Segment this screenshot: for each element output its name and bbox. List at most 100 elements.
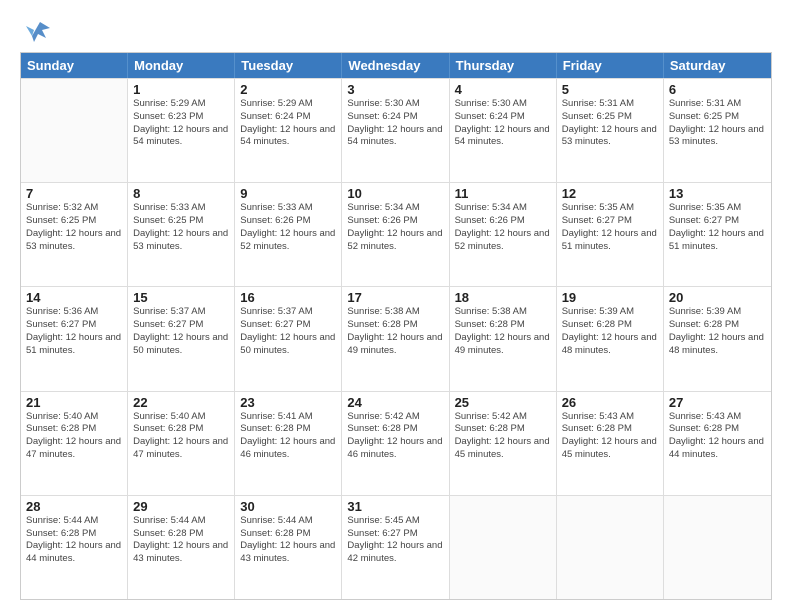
calendar-cell: 2Sunrise: 5:29 AMSunset: 6:24 PMDaylight… xyxy=(235,79,342,182)
logo xyxy=(20,16,52,44)
day-info: Sunrise: 5:31 AMSunset: 6:25 PMDaylight:… xyxy=(669,98,766,149)
day-info: Sunrise: 5:39 AMSunset: 6:28 PMDaylight:… xyxy=(562,306,658,357)
calendar-cell: 24Sunrise: 5:42 AMSunset: 6:28 PMDayligh… xyxy=(342,392,449,495)
calendar-cell: 29Sunrise: 5:44 AMSunset: 6:28 PMDayligh… xyxy=(128,496,235,599)
calendar-cell: 23Sunrise: 5:41 AMSunset: 6:28 PMDayligh… xyxy=(235,392,342,495)
day-info: Sunrise: 5:35 AMSunset: 6:27 PMDaylight:… xyxy=(562,202,658,253)
calendar-header-row: SundayMondayTuesdayWednesdayThursdayFrid… xyxy=(21,53,771,78)
day-number: 17 xyxy=(347,290,443,305)
calendar-cell: 12Sunrise: 5:35 AMSunset: 6:27 PMDayligh… xyxy=(557,183,664,286)
day-number: 11 xyxy=(455,186,551,201)
calendar-cell: 28Sunrise: 5:44 AMSunset: 6:28 PMDayligh… xyxy=(21,496,128,599)
day-info: Sunrise: 5:34 AMSunset: 6:26 PMDaylight:… xyxy=(455,202,551,253)
day-info: Sunrise: 5:35 AMSunset: 6:27 PMDaylight:… xyxy=(669,202,766,253)
calendar-cell: 31Sunrise: 5:45 AMSunset: 6:27 PMDayligh… xyxy=(342,496,449,599)
day-info: Sunrise: 5:42 AMSunset: 6:28 PMDaylight:… xyxy=(347,411,443,462)
calendar: SundayMondayTuesdayWednesdayThursdayFrid… xyxy=(20,52,772,600)
calendar-cell: 14Sunrise: 5:36 AMSunset: 6:27 PMDayligh… xyxy=(21,287,128,390)
day-info: Sunrise: 5:30 AMSunset: 6:24 PMDaylight:… xyxy=(347,98,443,149)
calendar-cell: 11Sunrise: 5:34 AMSunset: 6:26 PMDayligh… xyxy=(450,183,557,286)
day-number: 9 xyxy=(240,186,336,201)
calendar-week-3: 14Sunrise: 5:36 AMSunset: 6:27 PMDayligh… xyxy=(21,286,771,390)
day-number: 7 xyxy=(26,186,122,201)
day-number: 29 xyxy=(133,499,229,514)
day-info: Sunrise: 5:36 AMSunset: 6:27 PMDaylight:… xyxy=(26,306,122,357)
day-info: Sunrise: 5:44 AMSunset: 6:28 PMDaylight:… xyxy=(133,515,229,566)
day-info: Sunrise: 5:39 AMSunset: 6:28 PMDaylight:… xyxy=(669,306,766,357)
day-info: Sunrise: 5:45 AMSunset: 6:27 PMDaylight:… xyxy=(347,515,443,566)
day-info: Sunrise: 5:33 AMSunset: 6:25 PMDaylight:… xyxy=(133,202,229,253)
day-number: 27 xyxy=(669,395,766,410)
day-info: Sunrise: 5:40 AMSunset: 6:28 PMDaylight:… xyxy=(133,411,229,462)
day-number: 15 xyxy=(133,290,229,305)
day-number: 3 xyxy=(347,82,443,97)
day-info: Sunrise: 5:43 AMSunset: 6:28 PMDaylight:… xyxy=(562,411,658,462)
calendar-cell: 20Sunrise: 5:39 AMSunset: 6:28 PMDayligh… xyxy=(664,287,771,390)
day-number: 12 xyxy=(562,186,658,201)
calendar-cell: 10Sunrise: 5:34 AMSunset: 6:26 PMDayligh… xyxy=(342,183,449,286)
calendar-cell: 9Sunrise: 5:33 AMSunset: 6:26 PMDaylight… xyxy=(235,183,342,286)
day-number: 16 xyxy=(240,290,336,305)
calendar-cell: 27Sunrise: 5:43 AMSunset: 6:28 PMDayligh… xyxy=(664,392,771,495)
day-number: 5 xyxy=(562,82,658,97)
day-number: 28 xyxy=(26,499,122,514)
calendar-cell: 8Sunrise: 5:33 AMSunset: 6:25 PMDaylight… xyxy=(128,183,235,286)
day-info: Sunrise: 5:38 AMSunset: 6:28 PMDaylight:… xyxy=(347,306,443,357)
logo-bird-icon xyxy=(24,16,52,44)
calendar-cell: 22Sunrise: 5:40 AMSunset: 6:28 PMDayligh… xyxy=(128,392,235,495)
day-number: 24 xyxy=(347,395,443,410)
calendar-cell xyxy=(21,79,128,182)
calendar-cell: 16Sunrise: 5:37 AMSunset: 6:27 PMDayligh… xyxy=(235,287,342,390)
day-number: 20 xyxy=(669,290,766,305)
day-number: 26 xyxy=(562,395,658,410)
day-number: 31 xyxy=(347,499,443,514)
day-number: 19 xyxy=(562,290,658,305)
calendar-cell xyxy=(450,496,557,599)
day-number: 23 xyxy=(240,395,336,410)
calendar-cell: 17Sunrise: 5:38 AMSunset: 6:28 PMDayligh… xyxy=(342,287,449,390)
calendar-cell: 25Sunrise: 5:42 AMSunset: 6:28 PMDayligh… xyxy=(450,392,557,495)
day-info: Sunrise: 5:34 AMSunset: 6:26 PMDaylight:… xyxy=(347,202,443,253)
day-info: Sunrise: 5:37 AMSunset: 6:27 PMDaylight:… xyxy=(240,306,336,357)
day-number: 21 xyxy=(26,395,122,410)
header-day-saturday: Saturday xyxy=(664,53,771,78)
day-number: 10 xyxy=(347,186,443,201)
day-info: Sunrise: 5:31 AMSunset: 6:25 PMDaylight:… xyxy=(562,98,658,149)
day-number: 25 xyxy=(455,395,551,410)
day-info: Sunrise: 5:33 AMSunset: 6:26 PMDaylight:… xyxy=(240,202,336,253)
day-info: Sunrise: 5:44 AMSunset: 6:28 PMDaylight:… xyxy=(240,515,336,566)
header-day-sunday: Sunday xyxy=(21,53,128,78)
calendar-cell: 7Sunrise: 5:32 AMSunset: 6:25 PMDaylight… xyxy=(21,183,128,286)
day-info: Sunrise: 5:29 AMSunset: 6:23 PMDaylight:… xyxy=(133,98,229,149)
header-day-friday: Friday xyxy=(557,53,664,78)
calendar-cell: 30Sunrise: 5:44 AMSunset: 6:28 PMDayligh… xyxy=(235,496,342,599)
day-info: Sunrise: 5:37 AMSunset: 6:27 PMDaylight:… xyxy=(133,306,229,357)
calendar-cell: 6Sunrise: 5:31 AMSunset: 6:25 PMDaylight… xyxy=(664,79,771,182)
day-info: Sunrise: 5:29 AMSunset: 6:24 PMDaylight:… xyxy=(240,98,336,149)
calendar-cell: 18Sunrise: 5:38 AMSunset: 6:28 PMDayligh… xyxy=(450,287,557,390)
day-info: Sunrise: 5:42 AMSunset: 6:28 PMDaylight:… xyxy=(455,411,551,462)
calendar-week-4: 21 Sunrise: 5:40 AMSunset: 6:28 PMDayligh… xyxy=(21,391,771,495)
calendar-cell: 21Sunrise: 5:40 AMSunset: 6:28 PMDayligh… xyxy=(21,392,128,495)
calendar-cell xyxy=(664,496,771,599)
day-number: 8 xyxy=(133,186,229,201)
calendar-cell: 15Sunrise: 5:37 AMSunset: 6:27 PMDayligh… xyxy=(128,287,235,390)
calendar-cell: 3Sunrise: 5:30 AMSunset: 6:24 PMDaylight… xyxy=(342,79,449,182)
day-number: 14 xyxy=(26,290,122,305)
day-number: 30 xyxy=(240,499,336,514)
day-number: 13 xyxy=(669,186,766,201)
calendar-cell: 26Sunrise: 5:43 AMSunset: 6:28 PMDayligh… xyxy=(557,392,664,495)
calendar-cell: 1Sunrise: 5:29 AMSunset: 6:23 PMDaylight… xyxy=(128,79,235,182)
header-day-tuesday: Tuesday xyxy=(235,53,342,78)
day-number: 4 xyxy=(455,82,551,97)
calendar-body: 1Sunrise: 5:29 AMSunset: 6:23 PMDaylight… xyxy=(21,78,771,599)
calendar-cell: 5Sunrise: 5:31 AMSunset: 6:25 PMDaylight… xyxy=(557,79,664,182)
day-number: 6 xyxy=(669,82,766,97)
header-day-monday: Monday xyxy=(128,53,235,78)
calendar-cell: 19Sunrise: 5:39 AMSunset: 6:28 PMDayligh… xyxy=(557,287,664,390)
header-day-wednesday: Wednesday xyxy=(342,53,449,78)
day-number: 2 xyxy=(240,82,336,97)
calendar-cell xyxy=(557,496,664,599)
day-number: 22 xyxy=(133,395,229,410)
day-info: Sunrise: 5:43 AMSunset: 6:28 PMDaylight:… xyxy=(669,411,766,462)
